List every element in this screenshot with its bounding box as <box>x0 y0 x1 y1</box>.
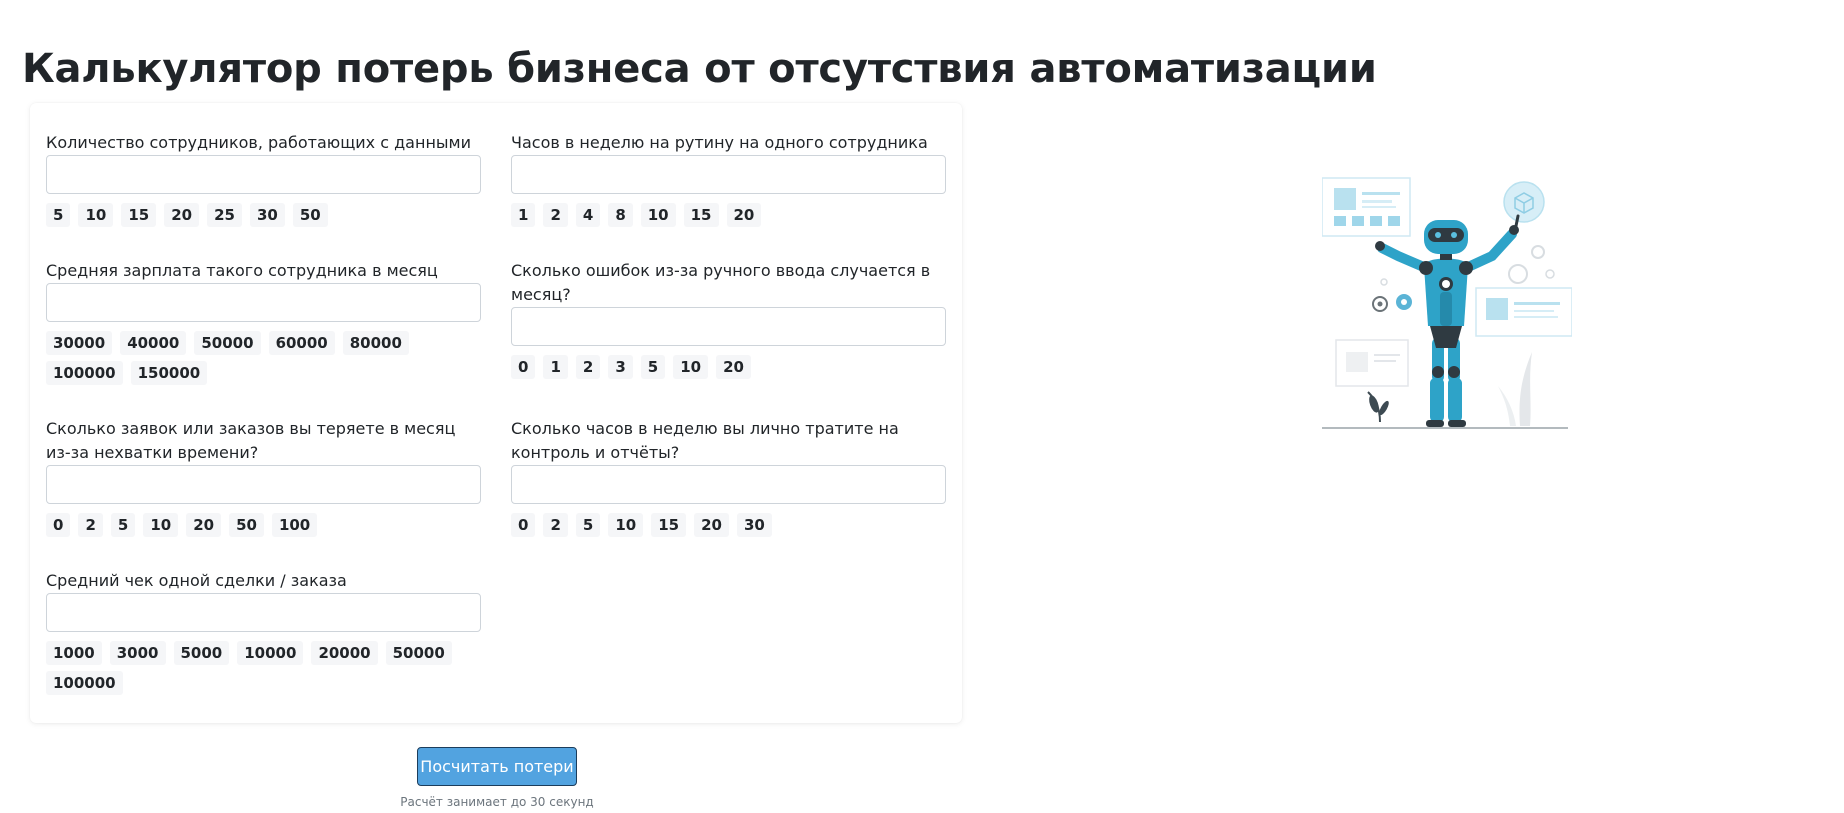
field-label: Сколько ошибок из-за ручного ввода случа… <box>511 261 931 304</box>
preset-chip[interactable]: 5000 <box>173 641 230 665</box>
preset-chip[interactable]: 20 <box>694 513 729 537</box>
preset-chip[interactable]: 80000 <box>342 331 409 355</box>
field-label: Сколько заявок или заказов вы теряете в … <box>46 419 456 462</box>
preset-chips: 0 2 5 10 15 20 30 <box>511 513 946 537</box>
preset-chip[interactable]: 1000 <box>46 641 102 665</box>
preset-chip[interactable]: 10 <box>143 513 179 537</box>
preset-chip[interactable]: 1 <box>543 355 568 379</box>
preset-chip[interactable]: 8 <box>608 203 633 227</box>
field-label: Средняя зарплата такого сотрудника в мес… <box>46 261 438 280</box>
preset-chip[interactable]: 10 <box>673 355 709 379</box>
calculation-time-hint: Расчёт занимает до 30 секунд <box>400 795 594 809</box>
control-hours-input[interactable] <box>511 465 946 504</box>
preset-chip[interactable]: 3000 <box>109 641 166 665</box>
salary-input[interactable] <box>46 283 481 322</box>
field-lost-orders: Сколько заявок или заказов вы теряете в … <box>46 417 481 537</box>
preset-chip[interactable]: 60000 <box>268 331 335 355</box>
preset-chip[interactable]: 25 <box>207 203 242 227</box>
preset-chip[interactable]: 5 <box>46 203 71 227</box>
preset-chip[interactable]: 2 <box>543 203 568 227</box>
preset-chip[interactable]: 3 <box>608 355 633 379</box>
preset-chip[interactable]: 2 <box>575 355 601 379</box>
field-employees: Количество сотрудников, работающих с дан… <box>46 131 481 227</box>
page-title: Калькулятор потерь бизнеса от отсутствия… <box>22 46 1377 92</box>
calculator-form-card: Количество сотрудников, работающих с дан… <box>30 103 962 723</box>
preset-chip[interactable]: 20 <box>186 513 222 537</box>
preset-chips: 1 2 4 8 10 15 20 <box>511 203 946 227</box>
preset-chip[interactable]: 30000 <box>46 331 113 355</box>
preset-chip[interactable]: 50 <box>292 203 328 227</box>
chart-panel-icon <box>1475 287 1572 337</box>
preset-chip[interactable]: 20 <box>164 203 200 227</box>
calculate-losses-button[interactable]: Посчитать потери <box>417 747 577 786</box>
field-label: Сколько часов в неделю вы лично тратите … <box>511 419 899 462</box>
preset-chip[interactable]: 30 <box>736 513 772 537</box>
preset-chip[interactable]: 100 <box>271 513 318 537</box>
preset-chip[interactable]: 15 <box>121 203 157 227</box>
preset-chip[interactable]: 10000 <box>237 641 304 665</box>
preset-chip[interactable]: 10 <box>78 203 114 227</box>
field-errors: Сколько ошибок из-за ручного ввода случа… <box>511 259 946 379</box>
errors-input[interactable] <box>511 307 946 346</box>
field-control-hours: Сколько часов в неделю вы лично тратите … <box>511 417 946 537</box>
preset-chip[interactable]: 15 <box>683 203 719 227</box>
lost-orders-input[interactable] <box>46 465 481 504</box>
preset-chip[interactable]: 20 <box>726 203 762 227</box>
preset-chip[interactable]: 150000 <box>130 361 208 385</box>
preset-chip[interactable]: 1 <box>511 203 536 227</box>
preset-chip[interactable]: 50000 <box>194 331 261 355</box>
preset-chips: 0 2 5 10 20 50 100 <box>46 513 481 537</box>
preset-chip[interactable]: 20 <box>716 355 751 379</box>
average-check-input[interactable] <box>46 593 481 632</box>
preset-chip[interactable]: 30 <box>249 203 285 227</box>
preset-chip[interactable]: 50000 <box>385 641 452 665</box>
robot-illustration <box>1322 177 1572 429</box>
field-label: Средний чек одной сделки / заказа <box>46 571 347 590</box>
preset-chip[interactable]: 20000 <box>311 641 378 665</box>
field-label: Часов в неделю на рутину на одного сотру… <box>511 133 928 152</box>
preset-chip[interactable]: 100000 <box>46 671 123 695</box>
preset-chip[interactable]: 0 <box>511 355 536 379</box>
preset-chip[interactable]: 10 <box>640 203 676 227</box>
dashboard-panel-icon <box>1322 177 1411 237</box>
preset-chip[interactable]: 2 <box>543 513 568 537</box>
preset-chip[interactable]: 100000 <box>46 361 123 385</box>
cube-bubble-icon <box>1503 181 1545 223</box>
window-panel-icon <box>1335 339 1409 387</box>
field-average-check: Средний чек одной сделки / заказа 1000 3… <box>46 569 481 695</box>
preset-chips: 0 1 2 3 5 10 20 <box>511 355 946 379</box>
preset-chip[interactable]: 5 <box>640 355 666 379</box>
preset-chip[interactable]: 5 <box>110 513 136 537</box>
preset-chip[interactable]: 2 <box>78 513 103 537</box>
preset-chip[interactable]: 50 <box>229 513 264 537</box>
field-routine-hours: Часов в неделю на рутину на одного сотру… <box>511 131 946 227</box>
preset-chip[interactable]: 0 <box>511 513 536 537</box>
preset-chips: 30000 40000 50000 60000 80000 100000 150… <box>46 331 481 385</box>
preset-chip[interactable]: 0 <box>46 513 71 537</box>
preset-chip[interactable]: 5 <box>575 513 601 537</box>
preset-chips: 5 10 15 20 25 30 50 <box>46 203 481 227</box>
preset-chip[interactable]: 15 <box>651 513 687 537</box>
field-salary: Средняя зарплата такого сотрудника в мес… <box>46 259 481 385</box>
employees-input[interactable] <box>46 155 481 194</box>
preset-chip[interactable]: 4 <box>575 203 601 227</box>
routine-hours-input[interactable] <box>511 155 946 194</box>
preset-chip[interactable]: 10 <box>608 513 644 537</box>
preset-chips: 1000 3000 5000 10000 20000 50000 100000 <box>46 641 481 695</box>
field-label: Количество сотрудников, работающих с дан… <box>46 133 472 152</box>
preset-chip[interactable]: 40000 <box>120 331 187 355</box>
